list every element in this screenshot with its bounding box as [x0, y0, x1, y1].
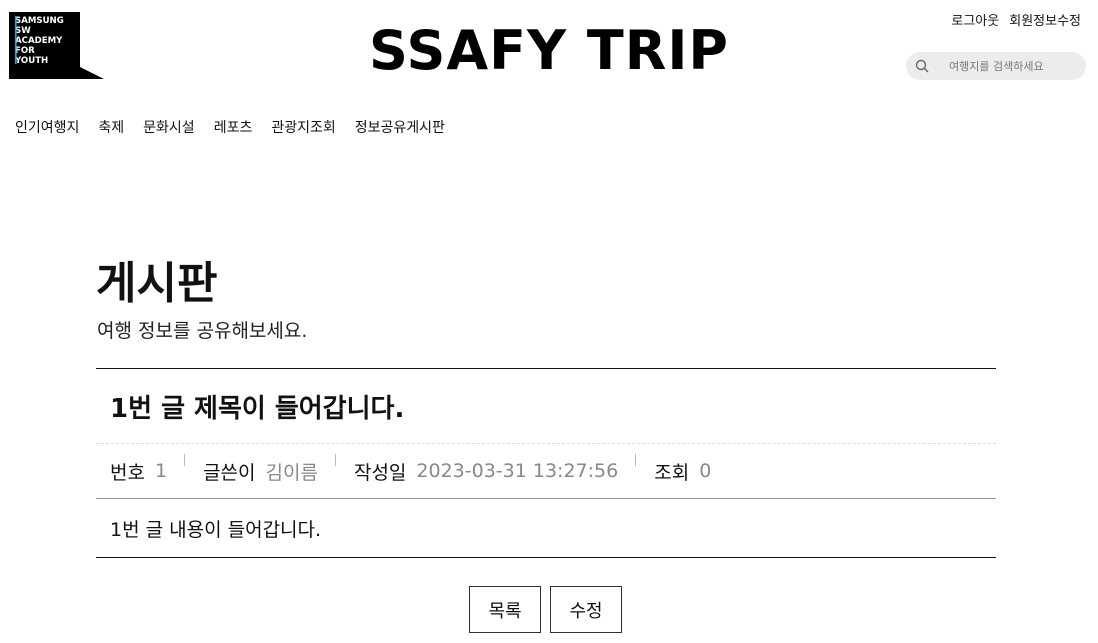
- meta-views: 조회 0: [654, 458, 729, 485]
- nav-item-culture[interactable]: 문화시설: [143, 117, 195, 137]
- meta-number: 번호 1: [110, 453, 186, 485]
- meta-value: 1: [154, 460, 168, 482]
- page-subtitle: 여행 정보를 공유해보세요.: [97, 320, 308, 342]
- search-input[interactable]: [949, 59, 1084, 73]
- meta-value: 2023-03-31 13:27:56: [416, 460, 619, 482]
- edit-profile-link[interactable]: 회원정보수정: [1009, 10, 1081, 29]
- post-view: 1번 글 제목이 들어갑니다. 번호 1 글쓴이 김이름 작성일 2023-03…: [96, 368, 996, 558]
- nav-item-board[interactable]: 정보공유게시판: [355, 117, 445, 137]
- nav-item-festival[interactable]: 축제: [98, 117, 124, 137]
- user-links: 로그아웃 회원정보수정: [951, 10, 1081, 29]
- meta-label: 글쓴이: [203, 461, 256, 484]
- meta-label: 작성일: [353, 461, 407, 484]
- post-content: 1번 글 내용이 들어갑니다.: [96, 499, 996, 558]
- meta-author: 글쓴이 김이름: [203, 453, 336, 485]
- nav-item-popular[interactable]: 인기여행지: [15, 117, 79, 137]
- post-meta: 번호 1 글쓴이 김이름 작성일 2023-03-31 13:27:56 조회 …: [96, 444, 996, 499]
- logout-link[interactable]: 로그아웃: [951, 10, 999, 29]
- page: SAMSUNG SW ACADEMY FOR YOUTH SSAFY TRIP …: [0, 0, 1098, 643]
- meta-date: 작성일 2023-03-31 13:27:56: [353, 453, 637, 485]
- meta-value: 김이름: [265, 461, 318, 484]
- meta-value: 0: [699, 460, 712, 482]
- list-button[interactable]: 목록: [469, 586, 541, 633]
- nav-item-leisure[interactable]: 레포츠: [214, 117, 253, 137]
- nav-item-tour-search[interactable]: 관광지조회: [271, 117, 335, 137]
- main-nav: 인기여행지 축제 문화시설 레포츠 관광지조회 정보공유게시판: [15, 117, 445, 137]
- edit-button[interactable]: 수정: [550, 586, 622, 633]
- page-title: 게시판: [96, 258, 218, 309]
- post-title: 1번 글 제목이 들어갑니다.: [96, 369, 996, 444]
- meta-label: 번호: [110, 461, 145, 484]
- search-bar[interactable]: [906, 52, 1086, 80]
- search-icon[interactable]: [915, 59, 929, 73]
- meta-label: 조회: [654, 461, 690, 484]
- post-actions: 목록 수정: [469, 586, 622, 633]
